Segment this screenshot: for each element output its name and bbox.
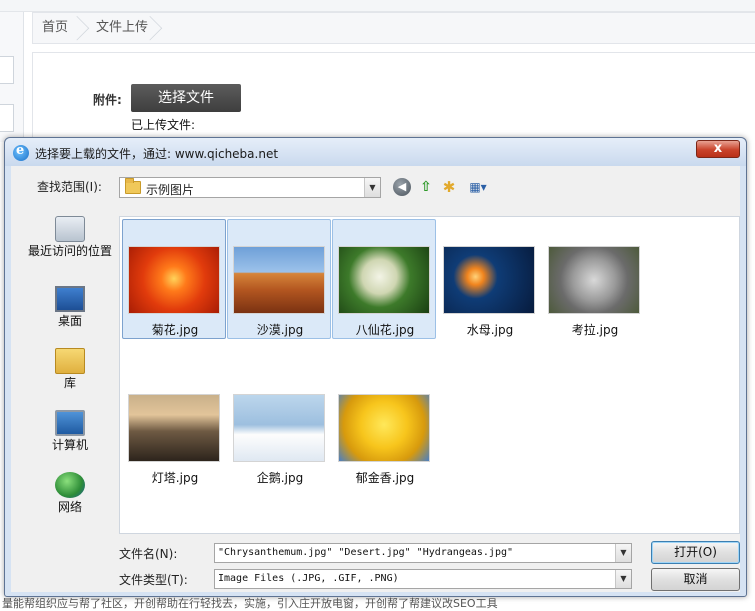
file-item[interactable]: 考拉.jpg [542,219,646,339]
recent-places-icon [55,216,85,242]
file-item[interactable]: 灯塔.jpg [122,367,226,487]
places-bar: 最近访问的位置 桌面 库 计算机 网络 [21,216,119,526]
breadcrumb: 首页 文件上传 [32,12,755,44]
new-folder-icon[interactable]: ✱ [440,178,458,196]
chevron-down-icon[interactable]: ▼ [615,570,631,588]
file-item[interactable]: 水母.jpg [437,219,541,339]
file-thumbnail [233,246,325,314]
place-computer[interactable]: 计算机 [21,410,119,452]
uploaded-files-label: 已上传文件: [131,118,196,132]
place-label: 库 [63,376,76,390]
folder-icon [125,178,141,194]
place-network[interactable]: 网络 [21,472,119,514]
chevron-down-icon[interactable]: ▼ [615,544,631,562]
desktop-icon [55,286,85,312]
file-thumbnail [128,394,220,462]
dialog-titlebar[interactable]: 选择要上载的文件，通过: www.qicheba.net x [5,138,746,166]
footer-text: 量能帮组织应与帮了社区，开创帮助在行轻找去，实施，引入庄开放电窗，开创帮了帮建议… [0,597,755,611]
open-button[interactable]: 打开(O) [651,541,740,564]
attachment-label: 附件: [93,93,122,107]
file-thumbnail [443,246,535,314]
place-recent[interactable]: 最近访问的位置 [21,216,119,258]
file-item[interactable]: 八仙花.jpg [332,219,436,339]
look-in-value: 示例图片 [146,183,195,197]
close-button[interactable]: x [696,140,740,158]
file-name: 沙漠.jpg [256,323,304,337]
chevron-down-icon[interactable]: ▼ [364,178,380,197]
file-item[interactable]: 菊花.jpg [122,219,226,339]
filetype-label: 文件类型(T): [119,573,188,587]
file-open-dialog: 选择要上载的文件，通过: www.qicheba.net x 查找范围(I): … [4,137,747,597]
file-thumbnail [338,246,430,314]
libraries-icon [55,348,85,374]
look-in-select[interactable]: 示例图片 ▼ [119,177,381,198]
look-in-label: 查找范围(I): [37,180,102,194]
view-menu-icon[interactable]: ▦▾ [463,178,493,196]
rail-tab[interactable] [0,56,14,84]
file-list[interactable]: 菊花.jpg 沙漠.jpg 八仙花.jpg 水母.jpg 考拉.jpg 灯塔.j… [119,216,740,534]
up-folder-icon[interactable]: ⇧ [417,178,435,196]
filename-label: 文件名(N): [119,547,178,561]
breadcrumb-separator [150,13,164,43]
file-name: 水母.jpg [466,323,514,337]
place-desktop[interactable]: 桌面 [21,286,119,328]
filetype-value: Image Files (.JPG, .GIF, .PNG) [218,573,399,584]
ie-icon [13,143,29,161]
place-label: 桌面 [57,314,82,328]
file-item[interactable]: 沙漠.jpg [227,219,331,339]
place-libraries[interactable]: 库 [21,348,119,390]
computer-icon [55,410,85,436]
network-icon [55,472,85,498]
place-label: 最近访问的位置 [27,244,112,258]
place-label: 网络 [57,500,82,514]
file-thumbnail [338,394,430,462]
file-name: 菊花.jpg [151,323,199,337]
file-name: 考拉.jpg [571,323,619,337]
filename-input[interactable]: "Chrysanthemum.jpg" "Desert.jpg" "Hydran… [214,543,632,563]
filename-value: "Chrysanthemum.jpg" "Desert.jpg" "Hydran… [218,547,514,558]
file-name: 企鹅.jpg [256,471,304,485]
dialog-title: 选择要上载的文件，通过: www.qicheba.net [35,147,279,161]
dialog-body: 查找范围(I): 示例图片 ▼ ◀ ⇧ ✱ ▦▾ 最近访问的位置 桌面 库 计算… [11,166,740,592]
rail-tab[interactable] [0,104,14,132]
filetype-select[interactable]: Image Files (.JPG, .GIF, .PNG) ▼ [214,569,632,589]
file-item[interactable]: 郁金香.jpg [332,367,436,487]
file-name: 郁金香.jpg [355,471,415,485]
choose-file-button[interactable]: 选择文件 [131,84,241,112]
file-name: 灯塔.jpg [151,471,199,485]
file-thumbnail [548,246,640,314]
file-item[interactable]: 企鹅.jpg [227,367,331,487]
place-label: 计算机 [51,438,88,452]
top-bar [0,0,755,12]
left-rail [0,12,24,142]
breadcrumb-separator [77,13,91,43]
file-name: 八仙花.jpg [355,323,415,337]
file-thumbnail [233,394,325,462]
file-thumbnail [128,246,220,314]
cancel-button[interactable]: 取消 [651,568,740,591]
back-icon[interactable]: ◀ [393,178,411,196]
